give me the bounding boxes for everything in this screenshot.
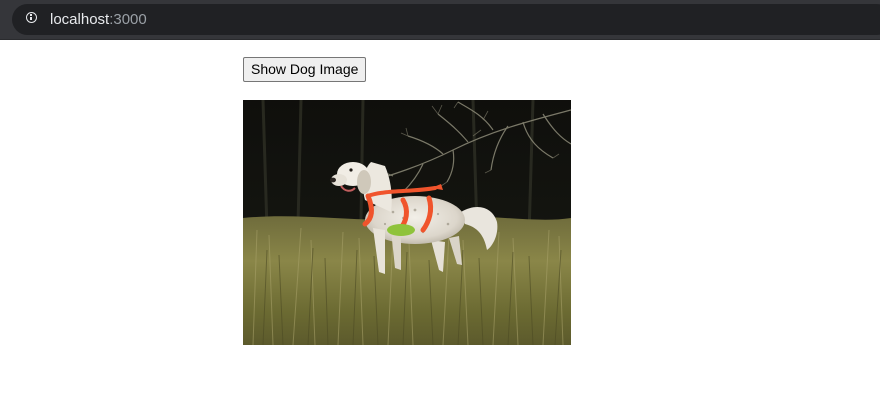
url-host: localhost [50, 11, 110, 28]
show-dog-image-button[interactable]: Show Dog Image [243, 57, 367, 82]
page-content: Show Dog Image [0, 40, 880, 412]
dog-photo [243, 100, 571, 345]
info-icon[interactable] [26, 12, 37, 23]
browser-toolbar: localhost:3000 [0, 0, 880, 40]
url-port: :3000 [109, 11, 147, 28]
address-bar[interactable]: localhost:3000 [12, 4, 880, 35]
url-text[interactable]: localhost:3000 [50, 11, 147, 28]
